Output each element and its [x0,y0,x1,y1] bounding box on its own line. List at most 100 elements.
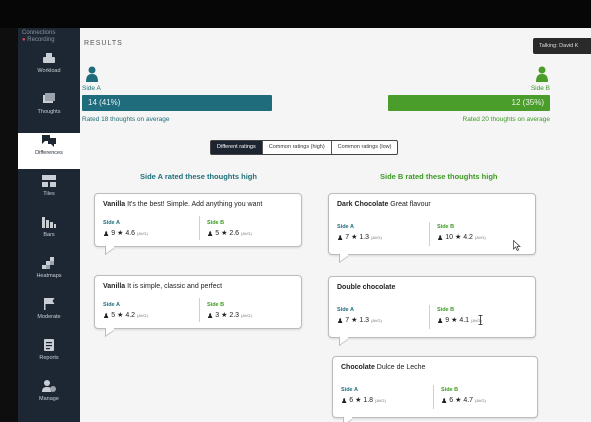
avg-tag: (AVG) [241,313,252,318]
thought-card[interactable]: Vanilla It's the best! Simple. Add anyth… [94,193,302,247]
recording-label: Recording [27,37,55,43]
sidebar-item-label: Moderate [37,314,61,320]
side-a-column-heading: Side A rated these thoughts high [140,172,257,181]
person-icon: ♟ [207,231,214,238]
side-a-stat: Side A ♟ 7 ★ 1.3 (AVG) [337,224,382,242]
star-icon: ★ [454,234,462,241]
side-b-stat: Side B ♟ 3 ★ 2.3 (AVG) [207,302,252,320]
sidebar-item-label: Heatmaps [36,273,62,279]
avg-tag: (AVG) [474,235,486,240]
stat-label: Side B [441,387,459,393]
tab-common-ratings-low[interactable]: Common ratings (low) [332,141,398,154]
star-icon: ★ [221,312,228,319]
sidebar-item-workload[interactable]: Workload [18,51,80,87]
avg-tag: (AVG) [241,231,252,236]
thought-comment: It's the best! Simple. Add anything you … [125,201,263,208]
thought-text: Vanilla It's the best! Simple. Add anyth… [103,201,262,208]
stat-label: Side B [207,220,225,226]
average-rating: 4.6 [125,230,136,237]
rater-count: 6 [449,397,454,404]
heatmaps-icon [42,257,54,269]
side-a-label: Side A [82,85,101,92]
rater-count: 10 [445,234,454,241]
rater-count: 5 [111,312,116,319]
thought-card[interactable]: Chocolate Dulce de Leche Side A ♟ 6 ★ 1.… [332,356,538,418]
rater-count: 6 [349,397,354,404]
average-rating: 1.3 [359,317,370,324]
side-b-stat: Side B ♟ 10 ★ 4.2 (AVG) [437,224,486,242]
star-icon: ★ [117,312,124,319]
avg-tag: (AVG) [375,398,386,403]
thought-card[interactable]: Vanilla It is simple, classic and perfec… [94,275,302,329]
stat-divider [429,305,430,329]
stat-label: Side A [341,387,358,393]
sidebar-item-label: Reports [39,355,59,361]
avg-tag: (AVG) [371,235,382,240]
side-a-stat: Side A ♟ 6 ★ 1.8 (AVG) [341,387,386,405]
person-icon: ♟ [337,235,344,242]
top-bar [0,0,591,28]
thought-flavour: Vanilla [103,283,126,290]
tab-different-ratings[interactable]: Different ratings [211,141,263,154]
thought-flavour: Double chocolate [337,284,396,291]
person-icon: ♟ [103,231,110,238]
text-cursor-icon [478,315,483,325]
thought-flavour: Chocolate [341,364,375,371]
differences-icon [42,135,56,147]
side-b-share-bar: 12 (35%) [388,95,550,111]
person-icon-side-a [86,66,98,82]
rater-count: 9 [445,317,450,324]
side-a-stat: Side A ♟ 5 ★ 4.2 (AVG) [103,302,148,320]
star-icon: ★ [355,397,362,404]
recording-dot-icon: ● [22,37,26,43]
sidebar-item-label: Differences [35,150,63,156]
average-rating: 4.2 [125,312,136,319]
tab-common-ratings-high[interactable]: Common ratings (high) [263,141,332,154]
rater-count: 3 [215,312,220,319]
average-rating: 4.1 [459,317,470,324]
side-b-column-heading: Side B rated these thoughts high [380,172,498,181]
rater-count: 7 [345,317,350,324]
sidebar-item-manage[interactable]: Manage [18,379,80,415]
thought-text: Chocolate Dulce de Leche [341,364,425,371]
average-rating: 1.8 [363,397,374,404]
stat-divider [433,385,434,409]
thought-card[interactable]: Double chocolate Side A ♟ 7 ★ 1.3 (AVG) … [328,276,536,338]
star-icon: ★ [117,230,124,237]
connections-label: Connections [22,30,56,36]
sidebar-item-reports[interactable]: Reports [18,338,80,374]
person-icon: ♟ [437,318,444,325]
sidebar-item-bars[interactable]: Bars [18,215,80,251]
thought-comment: Dulce de Leche [374,364,426,371]
side-b-stat: Side B ♟ 6 ★ 4.7 (AVG) [441,387,486,405]
thought-text: Double chocolate [337,284,395,291]
thought-card[interactable]: Dark Chocolate Great flavour Side A ♟ 7 … [328,193,536,255]
thought-text: Dark Chocolate Great flavour [337,201,431,208]
thought-text: Vanilla It is simple, classic and perfec… [103,283,222,290]
manage-icon [42,380,56,392]
person-icon: ♟ [437,235,444,242]
star-icon: ★ [351,234,358,241]
stat-divider [199,298,200,322]
sidebar-item-label: Bars [43,232,55,238]
sidebar-item-moderate[interactable]: Moderate [18,297,80,333]
thoughts-icon [43,93,55,103]
person-icon: ♟ [103,313,110,320]
side-a-stat: Side A ♟ 9 ★ 4.6 (AVG) [103,220,148,238]
stat-label: Side B [437,307,455,313]
sidebar-item-label: Manage [39,396,59,402]
sidebar-item-tiles[interactable]: Tiles [18,174,80,210]
sidebar-item-label: Thoughts [37,109,61,115]
sidebar: Connections ● Recording Workload Thought… [18,28,80,422]
sidebar-item-differences[interactable]: Differences [18,133,80,169]
average-rating: 4.7 [463,397,474,404]
person-icon: ♟ [207,313,214,320]
mouse-pointer-icon [513,240,521,251]
stat-label: Side A [337,307,354,313]
star-icon: ★ [351,317,358,324]
reports-icon [44,339,54,351]
stat-label: Side A [337,224,354,230]
sidebar-item-thoughts[interactable]: Thoughts [18,92,80,128]
stat-label: Side B [437,224,455,230]
sidebar-item-heatmaps[interactable]: Heatmaps [18,256,80,292]
